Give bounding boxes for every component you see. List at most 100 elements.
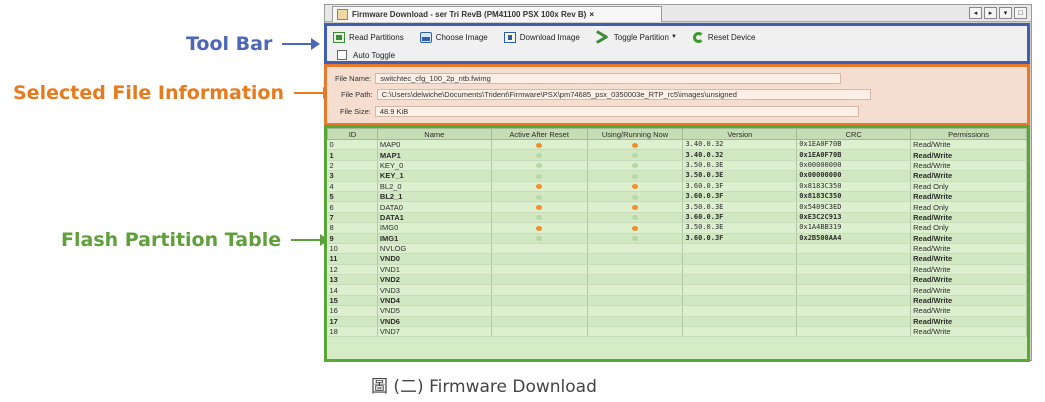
cell-version: 3.50.0.3E <box>682 222 798 234</box>
cell-name: VND1 <box>377 264 492 276</box>
cell-running <box>587 326 684 338</box>
table-row[interactable]: 13 VND2 Read/Write <box>327 274 1027 286</box>
cell-running <box>587 305 684 317</box>
cell-name: VND4 <box>377 295 492 307</box>
cell-permissions: Read/Write <box>910 139 1027 151</box>
cell-active <box>491 191 588 203</box>
cell-active <box>491 222 588 234</box>
reset-device-label: Reset Device <box>707 32 756 42</box>
cell-name: IMG0 <box>377 222 492 234</box>
cell-crc: 0x5409C3ED <box>796 201 912 213</box>
cell-running <box>587 295 684 307</box>
cell-active <box>491 212 588 224</box>
cell-id: 12 <box>327 264 378 276</box>
column-header-name[interactable]: Name <box>376 128 492 140</box>
cell-name: VND3 <box>377 284 492 296</box>
inactive-indicator-icon <box>536 153 543 159</box>
table-row[interactable]: 7 DATA1 3.60.0.3F 0xE3C2C913 Read/Write <box>327 212 1027 224</box>
table-row[interactable]: 5 BL2_1 3.60.0.3F 0x8183C350 Read/Write <box>327 191 1027 203</box>
table-row[interactable]: 8 IMG0 3.50.0.3E 0x1A4BB319 Read Only <box>327 222 1027 234</box>
cell-permissions: Read/Write <box>910 233 1027 244</box>
reset-device-button[interactable]: Reset Device <box>692 31 756 43</box>
choose-image-button[interactable]: Choose Image <box>419 31 488 43</box>
cell-crc: 0xE3C2C913 <box>796 212 912 224</box>
cell-crc <box>796 284 912 296</box>
tab-close-button[interactable]: × <box>589 10 594 19</box>
cell-active <box>491 284 588 296</box>
active-indicator-icon <box>631 142 638 148</box>
read-partitions-button[interactable]: Read Partitions <box>333 31 404 43</box>
table-row[interactable]: 14 VND3 Read/Write <box>327 284 1027 296</box>
cell-version: 3.60.0.3F <box>682 212 798 224</box>
table-row[interactable]: 17 VND6 Read/Write <box>327 316 1027 328</box>
column-header-version[interactable]: Version <box>682 128 798 140</box>
cell-active <box>491 253 588 265</box>
cell-name: KEY_0 <box>377 160 492 172</box>
menu-dropdown-button[interactable]: ▾ <box>999 7 1012 19</box>
cell-version <box>682 274 798 286</box>
cell-running <box>587 212 684 224</box>
cell-crc: 0x1EA0F70B <box>796 149 912 161</box>
table-row[interactable]: 1 MAP1 3.40.0.32 0x1EA0F70B Read/Write <box>327 149 1027 161</box>
cell-name: VND0 <box>377 253 492 265</box>
inactive-indicator-icon <box>536 236 543 242</box>
table-row[interactable]: 6 DATA0 3.50.0.3E 0x5409C3ED Read Only <box>327 201 1027 213</box>
cell-crc <box>796 326 912 338</box>
scroll-left-button[interactable]: ◂ <box>969 7 982 19</box>
maximize-button[interactable]: □ <box>1014 7 1027 19</box>
cell-id: 9 <box>327 233 378 244</box>
column-header-active[interactable]: Active After Reset <box>490 128 588 140</box>
inactive-indicator-icon <box>536 194 543 200</box>
cell-running <box>587 201 684 213</box>
cell-active <box>491 201 588 213</box>
file-path-field: C:\Users\delwiche\Documents\Trident\Firm… <box>376 89 871 100</box>
download-image-button[interactable]: Download Image <box>503 31 580 43</box>
table-row[interactable]: 12 VND1 Read/Write <box>327 264 1027 276</box>
column-header-crc[interactable]: CRC <box>796 128 912 140</box>
cell-active <box>491 181 588 192</box>
cell-running <box>587 181 684 192</box>
cell-id: 3 <box>327 170 378 182</box>
cell-version <box>682 243 798 255</box>
cell-name: VND7 <box>377 326 492 338</box>
inactive-indicator-icon <box>536 163 543 169</box>
column-header-id[interactable]: ID <box>327 128 378 140</box>
cell-version: 3.60.0.3F <box>682 233 798 244</box>
cell-version <box>682 305 798 317</box>
table-row[interactable]: 0 MAP0 3.40.0.32 0x1EA0F70B Read/Write <box>327 139 1027 151</box>
table-row[interactable]: 10 NVLOG Read/Write <box>327 243 1027 255</box>
cell-active <box>491 243 588 255</box>
active-indicator-icon <box>536 142 543 148</box>
tab-title: Firmware Download - ser Tri RevB (PM4110… <box>352 10 587 19</box>
table-row[interactable]: 18 VND7 Read/Write <box>327 326 1027 338</box>
cell-crc: 0x2B500AA4 <box>796 233 912 244</box>
table-row[interactable]: 3 KEY_1 3.50.0.3E 0x00000000 Read/Write <box>327 170 1027 182</box>
table-row[interactable]: 16 VND5 Read/Write <box>327 305 1027 317</box>
table-row[interactable]: 4 BL2_0 3.60.0.3F 0x8183C350 Read Only <box>327 181 1027 192</box>
cell-version: 3.50.0.3E <box>682 201 798 213</box>
cell-version: 3.50.0.3E <box>682 160 798 172</box>
cell-version: 3.40.0.32 <box>682 139 798 151</box>
column-header-permissions[interactable]: Permissions <box>910 128 1027 140</box>
table-row[interactable]: 9 IMG1 3.60.0.3F 0x2B500AA4 Read/Write <box>327 233 1027 244</box>
table-row[interactable]: 11 VND0 Read/Write <box>327 253 1027 265</box>
cell-crc: 0x1A4BB319 <box>796 222 912 234</box>
auto-toggle-checkbox[interactable] <box>337 50 347 60</box>
column-header-running[interactable]: Using/Running Now <box>586 128 684 140</box>
cell-running <box>587 222 684 234</box>
tab-firmware-download[interactable]: Firmware Download - ser Tri RevB (PM4110… <box>332 6 662 22</box>
table-row[interactable]: 2 KEY_0 3.50.0.3E 0x00000000 Read/Write <box>327 160 1027 172</box>
cell-name: IMG1 <box>377 233 492 244</box>
active-indicator-icon <box>536 205 543 211</box>
file-name-field: switchtec_cfg_100_2p_ntb.fwimg <box>375 73 842 84</box>
partition-table-body: 0 MAP0 3.40.0.32 0x1EA0F70B Read/Write 1 MAP1 3… <box>327 139 1027 338</box>
inactive-indicator-icon <box>536 173 543 179</box>
toggle-partition-button[interactable]: Toggle Partition ▼ <box>596 32 677 43</box>
table-row[interactable]: 15 VND4 Read/Write <box>327 295 1027 307</box>
cell-version: 3.40.0.32 <box>682 149 798 161</box>
cell-crc <box>796 274 912 286</box>
arrow-icon <box>291 234 330 246</box>
scroll-right-button[interactable]: ▸ <box>984 7 997 19</box>
cell-version <box>682 295 798 307</box>
cell-id: 15 <box>327 295 378 307</box>
